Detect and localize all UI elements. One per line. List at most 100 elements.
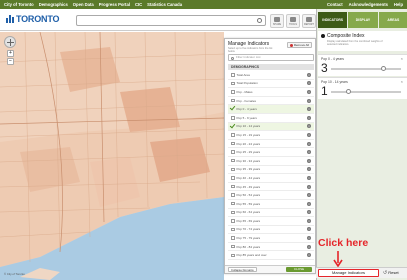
info-icon[interactable]: i: [307, 184, 311, 189]
info-icon[interactable]: i: [307, 236, 311, 241]
indicator-list-item[interactable]: Pop 70 - 74 years i: [228, 226, 314, 235]
indicator-list-item[interactable]: Pop 0 - 4 years i: [228, 105, 314, 114]
indicator-list-item[interactable]: Pop 15 - 19 years i: [228, 131, 314, 140]
toronto-logo[interactable]: TORONTO: [6, 14, 59, 24]
indicator-list-item[interactable]: Pop 30 - 34 years i: [228, 157, 314, 166]
info-icon[interactable]: i: [307, 253, 311, 258]
indicator-checkbox[interactable]: [231, 201, 235, 206]
info-icon[interactable]: i: [307, 227, 311, 232]
search-icon[interactable]: [257, 18, 262, 23]
info-icon[interactable]: i: [307, 244, 311, 249]
info-icon[interactable]: i: [307, 218, 311, 223]
indicator-list-item[interactable]: Total Area i: [228, 71, 314, 80]
indicator-checkbox[interactable]: [231, 141, 235, 146]
zoom-in-button[interactable]: +: [7, 50, 14, 57]
info-icon[interactable]: i: [307, 175, 311, 180]
weight-slider-track[interactable]: [331, 68, 401, 70]
indicator-list-item[interactable]: Pop - Females i: [228, 97, 314, 106]
nav-link-cic[interactable]: CIC: [135, 2, 142, 7]
composite-index-card[interactable]: Composite Index Display calculated from …: [318, 31, 407, 51]
indicator-list-item[interactable]: Pop 80 - 84 years i: [228, 243, 314, 252]
info-icon[interactable]: i: [307, 89, 311, 94]
indicator-list-item[interactable]: Pop 50 - 54 years i: [228, 191, 314, 200]
filter-indicator-input[interactable]: Filter Indicator List: [228, 54, 314, 61]
nav-link-open-data[interactable]: Open Data: [73, 2, 94, 7]
indicator-checkbox[interactable]: [231, 210, 235, 215]
collapse-domains-button[interactable]: Collapse Domains: [228, 267, 257, 272]
info-icon[interactable]: i: [307, 107, 311, 112]
indicator-list-item[interactable]: Pop - Males i: [228, 88, 314, 97]
indicator-checkbox[interactable]: [231, 193, 235, 197]
nav-link-acknowledgements[interactable]: Acknowledgements: [349, 2, 388, 7]
indicator-list-item[interactable]: Pop 10 - 14 years i: [228, 122, 314, 132]
zoom-out-button[interactable]: −: [7, 58, 14, 65]
reset-button[interactable]: ↺ Reset: [383, 269, 405, 277]
indicator-list-item[interactable]: Pop 20 - 24 years i: [228, 140, 314, 149]
nav-link-city-of-toronto[interactable]: City of Toronto: [4, 2, 34, 7]
info-icon[interactable]: i: [307, 81, 311, 86]
indicator-checkbox[interactable]: [231, 73, 235, 77]
indicator-checkbox[interactable]: [231, 236, 235, 240]
tab-indicators[interactable]: INDICATORS: [318, 12, 348, 28]
info-icon[interactable]: i: [307, 193, 311, 198]
indicator-checkbox[interactable]: [231, 227, 235, 232]
info-icon[interactable]: i: [307, 158, 311, 163]
indicator-list-item[interactable]: Pop 85 years and over i: [228, 251, 314, 261]
tab-areas[interactable]: AREAS: [378, 12, 407, 28]
choropleth-map[interactable]: [0, 32, 224, 280]
indicator-checkbox[interactable]: [231, 158, 235, 163]
info-icon[interactable]: i: [307, 167, 311, 172]
indicator-checkbox[interactable]: [231, 81, 235, 86]
info-icon[interactable]: i: [307, 201, 311, 206]
indicator-checkbox[interactable]: [231, 244, 235, 249]
indicator-checkbox[interactable]: [231, 176, 235, 180]
info-icon[interactable]: i: [307, 124, 311, 129]
indicator-list-item[interactable]: Pop 25 - 29 years i: [228, 148, 314, 157]
nav-link-help[interactable]: Help: [394, 2, 403, 7]
info-icon[interactable]: i: [307, 98, 311, 103]
search-input[interactable]: [76, 15, 266, 26]
indicator-list-item[interactable]: Pop 55 - 59 years i: [228, 200, 314, 209]
indicator-checkbox[interactable]: [231, 167, 235, 172]
info-icon[interactable]: i: [307, 115, 311, 120]
info-icon[interactable]: i: [307, 132, 311, 137]
indicator-list-item[interactable]: Pop 45 - 49 years i: [228, 183, 314, 192]
indicator-checkbox[interactable]: [231, 90, 235, 94]
nav-link-progress-portal[interactable]: Progress Portal: [99, 2, 130, 7]
remove-indicator-icon[interactable]: ×: [401, 56, 403, 61]
composite-radio-icon[interactable]: [321, 34, 325, 38]
weight-slider-handle[interactable]: [381, 66, 386, 71]
indicator-checkbox[interactable]: [231, 125, 235, 129]
nav-link-statistics-canada[interactable]: Statistics Canada: [147, 2, 182, 7]
map-view[interactable]: [0, 32, 224, 280]
indicator-checkbox[interactable]: [231, 219, 235, 223]
indicator-checkbox[interactable]: [231, 253, 235, 258]
indicator-list-item[interactable]: Pop 60 - 64 years i: [228, 209, 314, 218]
indicator-checkbox[interactable]: [231, 133, 235, 137]
tools-button[interactable]: TOOLS: [286, 14, 300, 28]
indicator-checkbox[interactable]: [231, 150, 235, 154]
info-icon[interactable]: i: [307, 141, 311, 146]
weight-slider-track[interactable]: [331, 91, 401, 93]
indicator-list-item[interactable]: Total Population i: [228, 80, 314, 89]
indicator-list-item[interactable]: Pop 35 - 39 years i: [228, 166, 314, 175]
indicator-card-pop-10-14[interactable]: Pop 10 - 14 years × 1: [318, 77, 407, 99]
indicator-list-item[interactable]: Pop 75 - 79 years i: [228, 234, 314, 243]
close-button[interactable]: CLOSE: [286, 267, 312, 272]
indicator-list-item[interactable]: Pop 65 - 69 years i: [228, 217, 314, 226]
nav-link-contact[interactable]: Contact: [327, 2, 343, 7]
info-icon[interactable]: i: [307, 72, 311, 77]
indicator-checkbox[interactable]: [231, 107, 235, 111]
indicator-checkbox[interactable]: [231, 116, 235, 120]
weight-slider-handle[interactable]: [346, 89, 351, 94]
nav-link-demographics[interactable]: Demographics: [39, 2, 68, 7]
indicator-list-item[interactable]: Pop 40 - 44 years i: [228, 174, 314, 183]
indicator-list-item[interactable]: Pop 5 - 9 years i: [228, 114, 314, 123]
indicator-checkbox[interactable]: [231, 98, 235, 103]
remove-indicator-icon[interactable]: ×: [401, 79, 403, 84]
info-icon[interactable]: i: [307, 150, 311, 155]
report-button[interactable]: REPORT: [302, 14, 316, 28]
remove-all-button[interactable]: Remove All: [286, 42, 312, 48]
indicator-card-pop-0-4[interactable]: Pop 0 - 4 years × 3: [318, 54, 407, 76]
info-icon[interactable]: i: [307, 210, 311, 215]
